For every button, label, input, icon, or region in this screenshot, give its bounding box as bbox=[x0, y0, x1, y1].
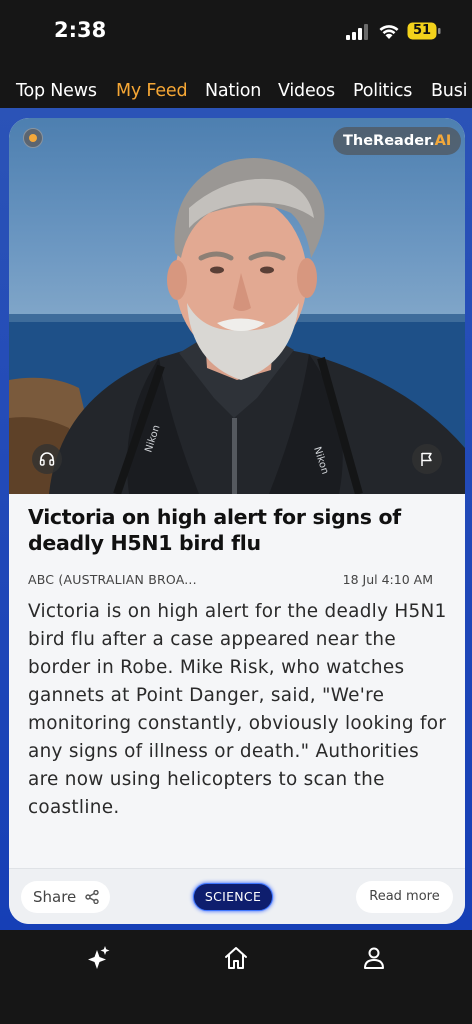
category-tag[interactable]: SCIENCE bbox=[193, 883, 273, 911]
bottom-nav bbox=[0, 930, 472, 1024]
share-icon bbox=[85, 890, 99, 904]
brand-suffix: AI bbox=[434, 133, 452, 149]
tab-nation[interactable]: Nation bbox=[205, 81, 261, 101]
report-button[interactable] bbox=[412, 444, 442, 474]
home-icon[interactable] bbox=[222, 944, 250, 972]
news-card[interactable]: Nikon Nikon TheReader.AI Victoria on hig… bbox=[9, 118, 465, 924]
status-dot-icon bbox=[23, 128, 43, 148]
read-more-button[interactable]: Read more bbox=[356, 881, 453, 913]
card-footer: Share SCIENCE Read more bbox=[9, 868, 465, 924]
article-source: ABC (AUSTRALIAN BROA... bbox=[28, 572, 197, 587]
share-button[interactable]: Share bbox=[21, 881, 110, 913]
tab-my-feed[interactable]: My Feed bbox=[116, 81, 188, 101]
hero-image: Nikon Nikon TheReader.AI bbox=[9, 118, 465, 494]
profile-icon[interactable] bbox=[360, 944, 388, 972]
brand-badge: TheReader.AI bbox=[333, 127, 462, 155]
category-tabs: Top News My Feed Nation Videos Politics … bbox=[0, 70, 472, 108]
tab-business[interactable]: Busi bbox=[431, 81, 467, 101]
headphones-icon bbox=[39, 452, 55, 466]
tab-videos[interactable]: Videos bbox=[278, 81, 335, 101]
brand-name: TheReader. bbox=[343, 133, 435, 149]
cellular-signal-icon bbox=[346, 24, 368, 40]
article-summary: Victoria is on high alert for the deadly… bbox=[28, 601, 447, 818]
sparkle-icon[interactable] bbox=[84, 944, 112, 972]
status-bar: 2:38 51 bbox=[0, 0, 472, 62]
article-headline[interactable]: Victoria on high alert for signs of dead… bbox=[28, 504, 448, 556]
status-time: 2:38 bbox=[54, 18, 107, 42]
tab-politics[interactable]: Politics bbox=[353, 81, 412, 101]
listen-button[interactable] bbox=[32, 444, 62, 474]
tab-top-news[interactable]: Top News bbox=[16, 81, 97, 101]
share-label: Share bbox=[33, 888, 77, 906]
flag-icon bbox=[421, 452, 432, 466]
battery-level: 51 bbox=[413, 23, 432, 38]
article-date: 18 Jul 4:10 AM bbox=[342, 572, 433, 587]
wifi-icon bbox=[379, 25, 399, 39]
portrait-illustration: Nikon Nikon bbox=[9, 158, 465, 494]
